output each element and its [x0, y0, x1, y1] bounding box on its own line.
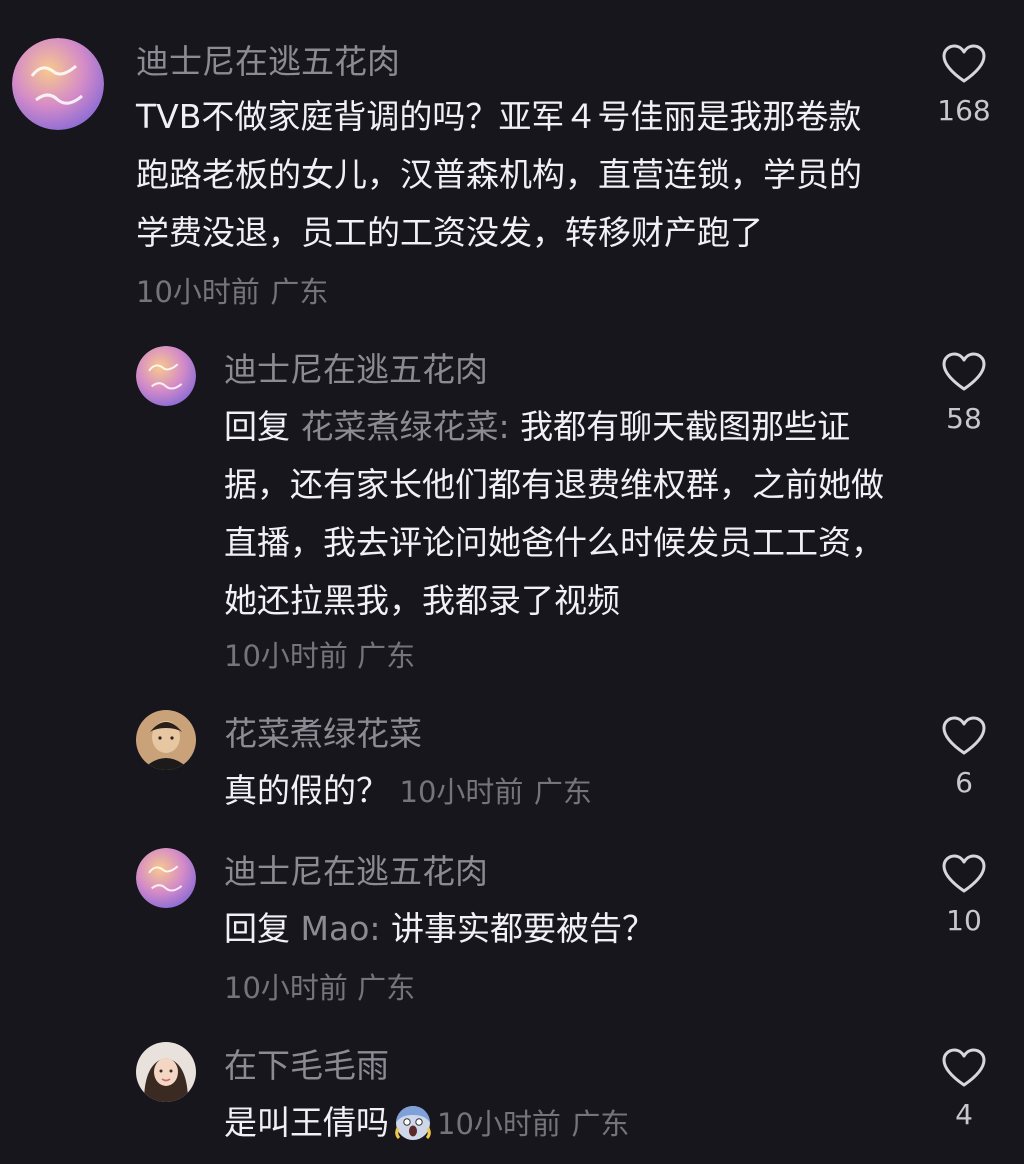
comment-time: 10小时前 [437, 1107, 561, 1141]
comment-text: 讲事实都要被告？ [391, 909, 656, 948]
avatar[interactable] [136, 710, 196, 770]
reply-prefix: 回复 [224, 909, 290, 948]
comment-location: 广东 [533, 775, 592, 809]
like-count: 6 [955, 766, 973, 799]
comment-item: 迪士尼在逃五花肉 TVB不做家庭背调的吗？亚军４号佳丽是我那卷款跑路老板的女儿，… [0, 0, 1024, 320]
comment-location: 广东 [270, 275, 329, 309]
avatar-image [136, 710, 196, 770]
reply-mention[interactable]: 花菜煮绿花菜: [301, 407, 510, 446]
comment-text: TVB不做家庭背调的吗？亚军４号佳丽是我那卷款跑路老板的女儿，汉普森机构，直营连… [136, 97, 862, 252]
avatar[interactable] [136, 1042, 196, 1102]
like-button[interactable]: 168 [924, 44, 1004, 128]
comment-location: 广东 [571, 1107, 630, 1141]
avatar-image [136, 1042, 196, 1102]
scream-emoji-icon [395, 1106, 431, 1140]
avatar-image [136, 848, 196, 908]
comment-meta: 10小时前 广东 [224, 636, 415, 676]
like-button[interactable]: 58 [924, 352, 1004, 436]
like-count: 10 [946, 904, 982, 937]
comment-body: 回复 Mao: 讲事实都要被告？ [224, 900, 884, 958]
like-button[interactable]: 10 [924, 854, 1004, 938]
comment-username[interactable]: 迪士尼在逃五花肉 [224, 852, 488, 892]
comment-username[interactable]: 迪士尼在逃五花肉 [136, 42, 400, 82]
comment-location: 广东 [357, 971, 416, 1005]
like-count: 168 [937, 94, 991, 127]
comment-body: 真的假的？ 10小时前 广东 [224, 762, 884, 821]
comment-body: 回复 花菜煮绿花菜: 我都有聊天截图那些证据，还有家长他们都有退费维权群，之前她… [224, 398, 884, 630]
avatar[interactable] [136, 346, 196, 406]
comment-location: 广东 [357, 639, 416, 673]
reply-mention[interactable]: Mao: [301, 909, 381, 948]
comment-username[interactable]: 花菜煮绿花菜 [224, 714, 422, 754]
comment-time: 10小时前 [224, 639, 348, 673]
avatar[interactable] [136, 848, 196, 908]
heart-icon [942, 716, 986, 755]
like-button[interactable]: 4 [924, 1048, 1004, 1132]
reply-prefix: 回复 [224, 407, 290, 446]
comment-body: TVB不做家庭背调的吗？亚军４号佳丽是我那卷款跑路老板的女儿，汉普森机构，直营连… [136, 88, 876, 321]
heart-icon [942, 854, 986, 893]
like-button[interactable]: 6 [924, 716, 1004, 800]
heart-icon [942, 44, 986, 83]
comment-body: 是叫王倩吗 10小时前 广东 [224, 1094, 884, 1153]
comment-time: 10小时前 [224, 971, 348, 1005]
heart-icon [942, 1048, 986, 1087]
avatar[interactable] [12, 38, 104, 130]
like-count: 58 [946, 402, 982, 435]
comment-username[interactable]: 在下毛毛雨 [224, 1046, 389, 1086]
comment-meta: 10小时前 广东 [224, 968, 415, 1008]
comment-text: 是叫王倩吗 [224, 1103, 389, 1142]
comment-time: 10小时前 [136, 275, 260, 309]
avatar-image [12, 38, 104, 130]
like-count: 4 [955, 1098, 973, 1131]
comment-username[interactable]: 迪士尼在逃五花肉 [224, 350, 488, 390]
avatar-image [136, 346, 196, 406]
heart-icon [942, 352, 986, 391]
comment-time: 10小时前 [399, 775, 524, 809]
comment-text: 真的假的？ [224, 771, 389, 810]
